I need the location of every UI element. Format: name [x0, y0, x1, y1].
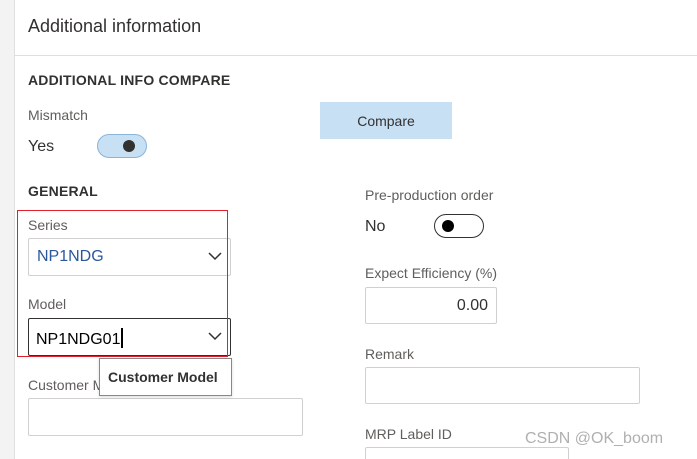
- expect-efficiency-value: 0.00: [456, 297, 488, 314]
- customer-model-label: Customer M: [28, 377, 105, 393]
- highlight-box: [17, 210, 228, 357]
- expect-efficiency-input[interactable]: 0.00: [365, 287, 497, 324]
- mismatch-toggle[interactable]: [97, 134, 147, 158]
- watermark: CSDN @OK_boom: [525, 430, 664, 447]
- customer-model-input[interactable]: [28, 398, 303, 436]
- panel-header: Additional information: [15, 0, 697, 56]
- mismatch-label: Mismatch: [28, 107, 88, 123]
- expect-efficiency-label: Expect Efficiency (%): [365, 265, 498, 281]
- remark-label: Remark: [365, 346, 415, 362]
- toggle-knob: [442, 220, 454, 232]
- panel-title: Additional information: [28, 16, 202, 36]
- pre-production-order-toggle[interactable]: [434, 214, 484, 238]
- pre-production-order-value: No: [365, 218, 386, 235]
- additional-information-panel: Additional information ADDITIONAL INFO C…: [14, 0, 697, 459]
- customer-model-tooltip: Customer Model: [99, 358, 232, 396]
- compare-button[interactable]: Compare: [320, 102, 452, 139]
- section-title-general: GENERAL: [28, 183, 98, 199]
- section-title-additional-info-compare: ADDITIONAL INFO COMPARE: [28, 72, 231, 88]
- mrp-label-id-input[interactable]: [365, 447, 569, 459]
- mismatch-value: Yes: [28, 138, 55, 155]
- pre-production-order-label: Pre-production order: [365, 187, 494, 203]
- mrp-label-id-label: MRP Label ID: [365, 426, 452, 442]
- toggle-knob: [123, 140, 135, 152]
- remark-input[interactable]: [365, 367, 640, 404]
